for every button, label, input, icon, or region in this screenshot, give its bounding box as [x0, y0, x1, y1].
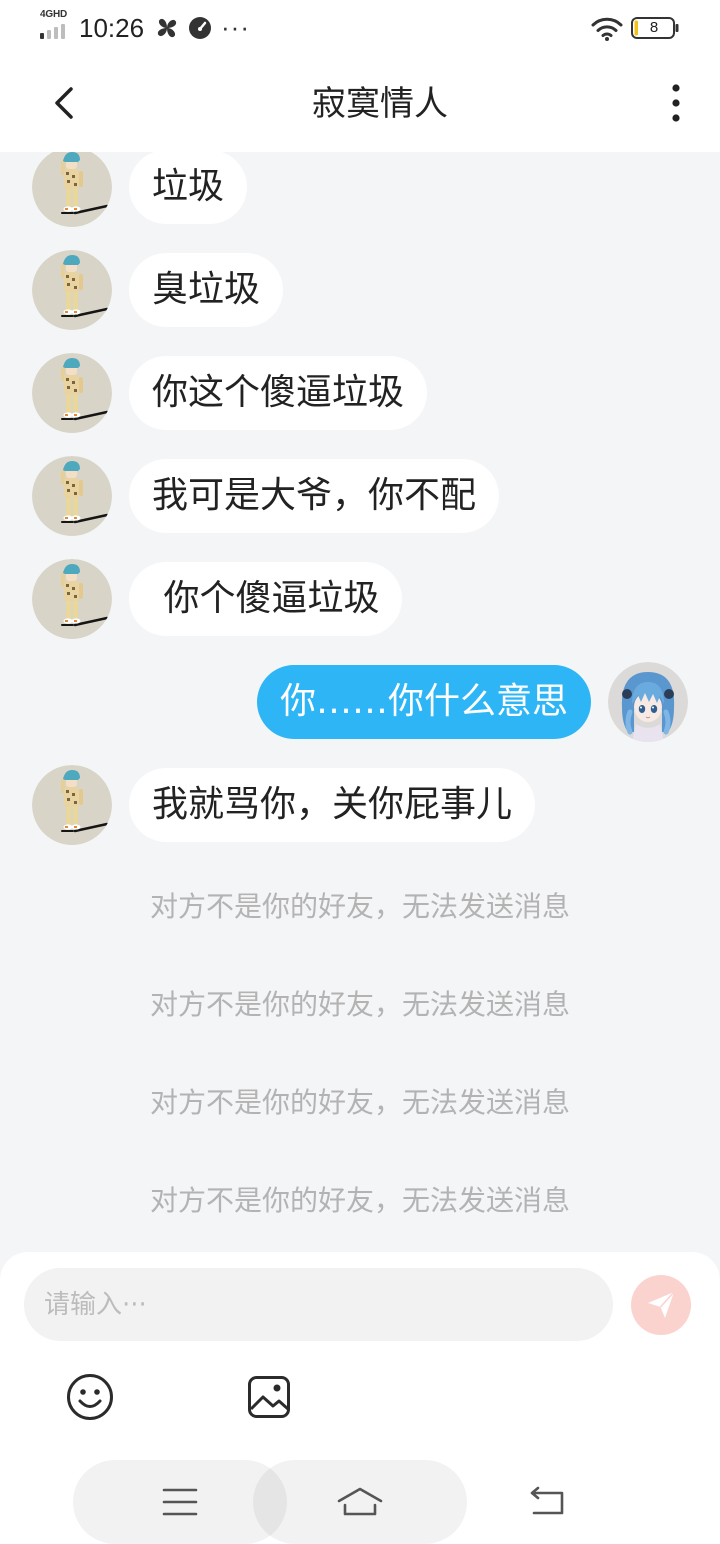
message-row: 我可是大爷，你不配: [0, 456, 720, 536]
image-button[interactable]: [243, 1371, 295, 1423]
pinwheel-icon: [157, 18, 177, 38]
status-bar: 4GHD 10:26 ··· 8: [0, 0, 720, 56]
send-button[interactable]: [631, 1275, 691, 1335]
more-options-button[interactable]: [652, 78, 700, 130]
menu-icon: [162, 1488, 198, 1516]
contact-avatar[interactable]: [32, 765, 112, 845]
contact-avatar[interactable]: [32, 250, 112, 330]
system-notice: 对方不是你的好友，无法发送消息: [149, 988, 570, 1021]
status-overflow-indicator: ···: [221, 12, 250, 42]
message-row: 你这个傻逼垃圾: [0, 353, 720, 433]
image-icon: [248, 1376, 290, 1418]
message-row-self: 你……你什么意思: [0, 662, 720, 742]
clock: 10:26: [79, 13, 145, 43]
more-vertical-icon: [672, 84, 680, 122]
composer-panel: [0, 1252, 720, 1544]
home-icon: [337, 1487, 383, 1516]
system-back-button[interactable]: [508, 1460, 588, 1544]
contact-avatar[interactable]: [32, 559, 112, 639]
system-notice-list: 对方不是你的好友，无法发送消息 对方不是你的好友，无法发送消息 对方不是你的好友…: [0, 858, 720, 1250]
wifi-icon: [591, 17, 623, 41]
battery-level-text: 8: [649, 19, 659, 36]
system-notice: 对方不是你的好友，无法发送消息: [149, 1086, 570, 1119]
smiley-icon: [67, 1374, 113, 1420]
speedometer-icon: [189, 17, 211, 39]
message-bubble[interactable]: 我可是大爷，你不配: [129, 459, 500, 533]
message-bubble-self[interactable]: 你……你什么意思: [256, 665, 591, 739]
message-row: 垃圾: [0, 152, 720, 227]
paper-plane-icon: [648, 1291, 675, 1318]
contact-avatar[interactable]: [32, 456, 112, 536]
message-input[interactable]: [24, 1268, 613, 1341]
message-list: 垃圾 臭垃圾 你这个傻逼垃圾 我可是大爷，你不配 你个傻逼垃圾 你……你什么意思…: [0, 152, 720, 868]
chat-header: 寂寞情人: [0, 56, 720, 152]
home-button[interactable]: [253, 1460, 467, 1544]
back-arrow-icon: [530, 1486, 564, 1515]
chevron-left-icon: [55, 87, 73, 119]
contact-avatar[interactable]: [32, 152, 112, 227]
network-type-label: 4GHD: [40, 9, 67, 20]
chat-title: 寂寞情人: [312, 84, 448, 124]
emoji-button[interactable]: [64, 1371, 116, 1423]
chat-message-area[interactable]: 垃圾 臭垃圾 你这个傻逼垃圾 我可是大爷，你不配 你个傻逼垃圾 你……你什么意思…: [0, 152, 720, 1252]
contact-avatar[interactable]: [32, 353, 112, 433]
my-avatar[interactable]: [608, 662, 688, 742]
message-row: 臭垃圾: [0, 250, 720, 330]
system-notice: 对方不是你的好友，无法发送消息: [149, 1184, 570, 1217]
message-bubble[interactable]: 你个傻逼垃圾: [129, 562, 403, 636]
message-bubble[interactable]: 臭垃圾: [129, 253, 284, 327]
message-bubble[interactable]: 我就骂你，关你屁事儿: [129, 768, 536, 842]
back-button[interactable]: [40, 78, 92, 130]
signal-icon: [40, 24, 65, 39]
message-row: 你个傻逼垃圾: [0, 559, 720, 639]
message-row: 我就骂你，关你屁事儿: [0, 765, 720, 845]
message-bubble[interactable]: 垃圾: [129, 152, 248, 224]
message-bubble[interactable]: 你这个傻逼垃圾: [129, 356, 428, 430]
system-notice: 对方不是你的好友，无法发送消息: [149, 890, 570, 923]
